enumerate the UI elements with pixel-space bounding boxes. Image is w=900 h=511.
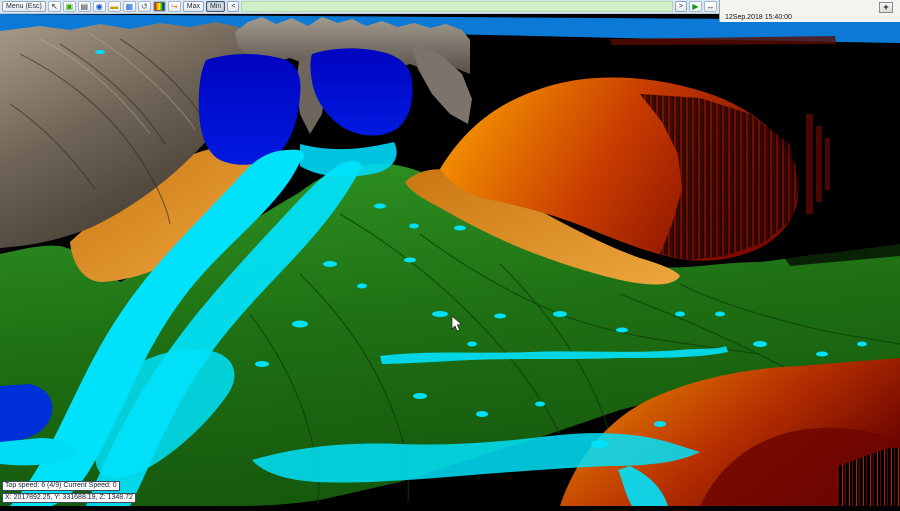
redo-arrow-icon: ↪ [171, 3, 178, 11]
step-back-button[interactable]: < [227, 1, 239, 12]
pointer-tool-icon: ↖ [51, 3, 58, 11]
select-region-icon: ▣ [66, 3, 74, 11]
mesh-grid-icon: ▦ [126, 3, 134, 11]
rotate-view-button[interactable]: ↺ [138, 1, 151, 12]
camera-button[interactable]: ▤ [78, 1, 91, 12]
min-button[interactable]: Min [206, 1, 225, 12]
step-forward-button[interactable]: > [675, 1, 687, 12]
select-region-button[interactable]: ▣ [63, 1, 76, 12]
time-panel: + 12Sep.2018 15:40:00 [719, 0, 900, 22]
rotate-view-icon: ↺ [141, 3, 148, 11]
color-palette-button[interactable] [153, 1, 166, 12]
coordinates-status: X: 2017892.25, Y: 331688.19, Z: 1348.72 [2, 493, 136, 503]
ruler-icon: ▬ [110, 3, 118, 11]
pan-speed-button[interactable]: ↔ [704, 1, 717, 12]
toolbar: Menu (Esc) ↖ ▣ ▤ ◉ ▬ ▦ ↺ ↪ Max Min < > ▶… [0, 0, 719, 14]
color-palette-icon [154, 2, 165, 11]
pointer-tool-button[interactable]: ↖ [48, 1, 61, 12]
add-time-button[interactable]: + [879, 2, 893, 13]
pan-arrows-icon: ↔ [707, 3, 715, 11]
globe-icon: ◉ [96, 3, 103, 11]
play-button[interactable]: ▶ [689, 1, 702, 12]
mesh-grid-button[interactable]: ▦ [123, 1, 136, 12]
max-button[interactable]: Max [183, 1, 204, 12]
globe-button[interactable]: ◉ [93, 1, 106, 12]
simulation-timestamp: 12Sep.2018 15:40:00 [725, 14, 792, 21]
redo-button[interactable]: ↪ [168, 1, 181, 12]
ruler-button[interactable]: ▬ [108, 1, 121, 12]
menu-button[interactable]: Menu (Esc) [2, 1, 46, 12]
camera-icon: ▤ [81, 3, 89, 11]
terrain-render [0, 14, 900, 506]
speed-status: Top speed: 6 (4/9) Current Speed: 0 [2, 481, 120, 491]
timeline-strip[interactable] [241, 1, 673, 12]
terrain-viewport[interactable] [0, 14, 900, 506]
play-icon: ▶ [692, 3, 698, 11]
